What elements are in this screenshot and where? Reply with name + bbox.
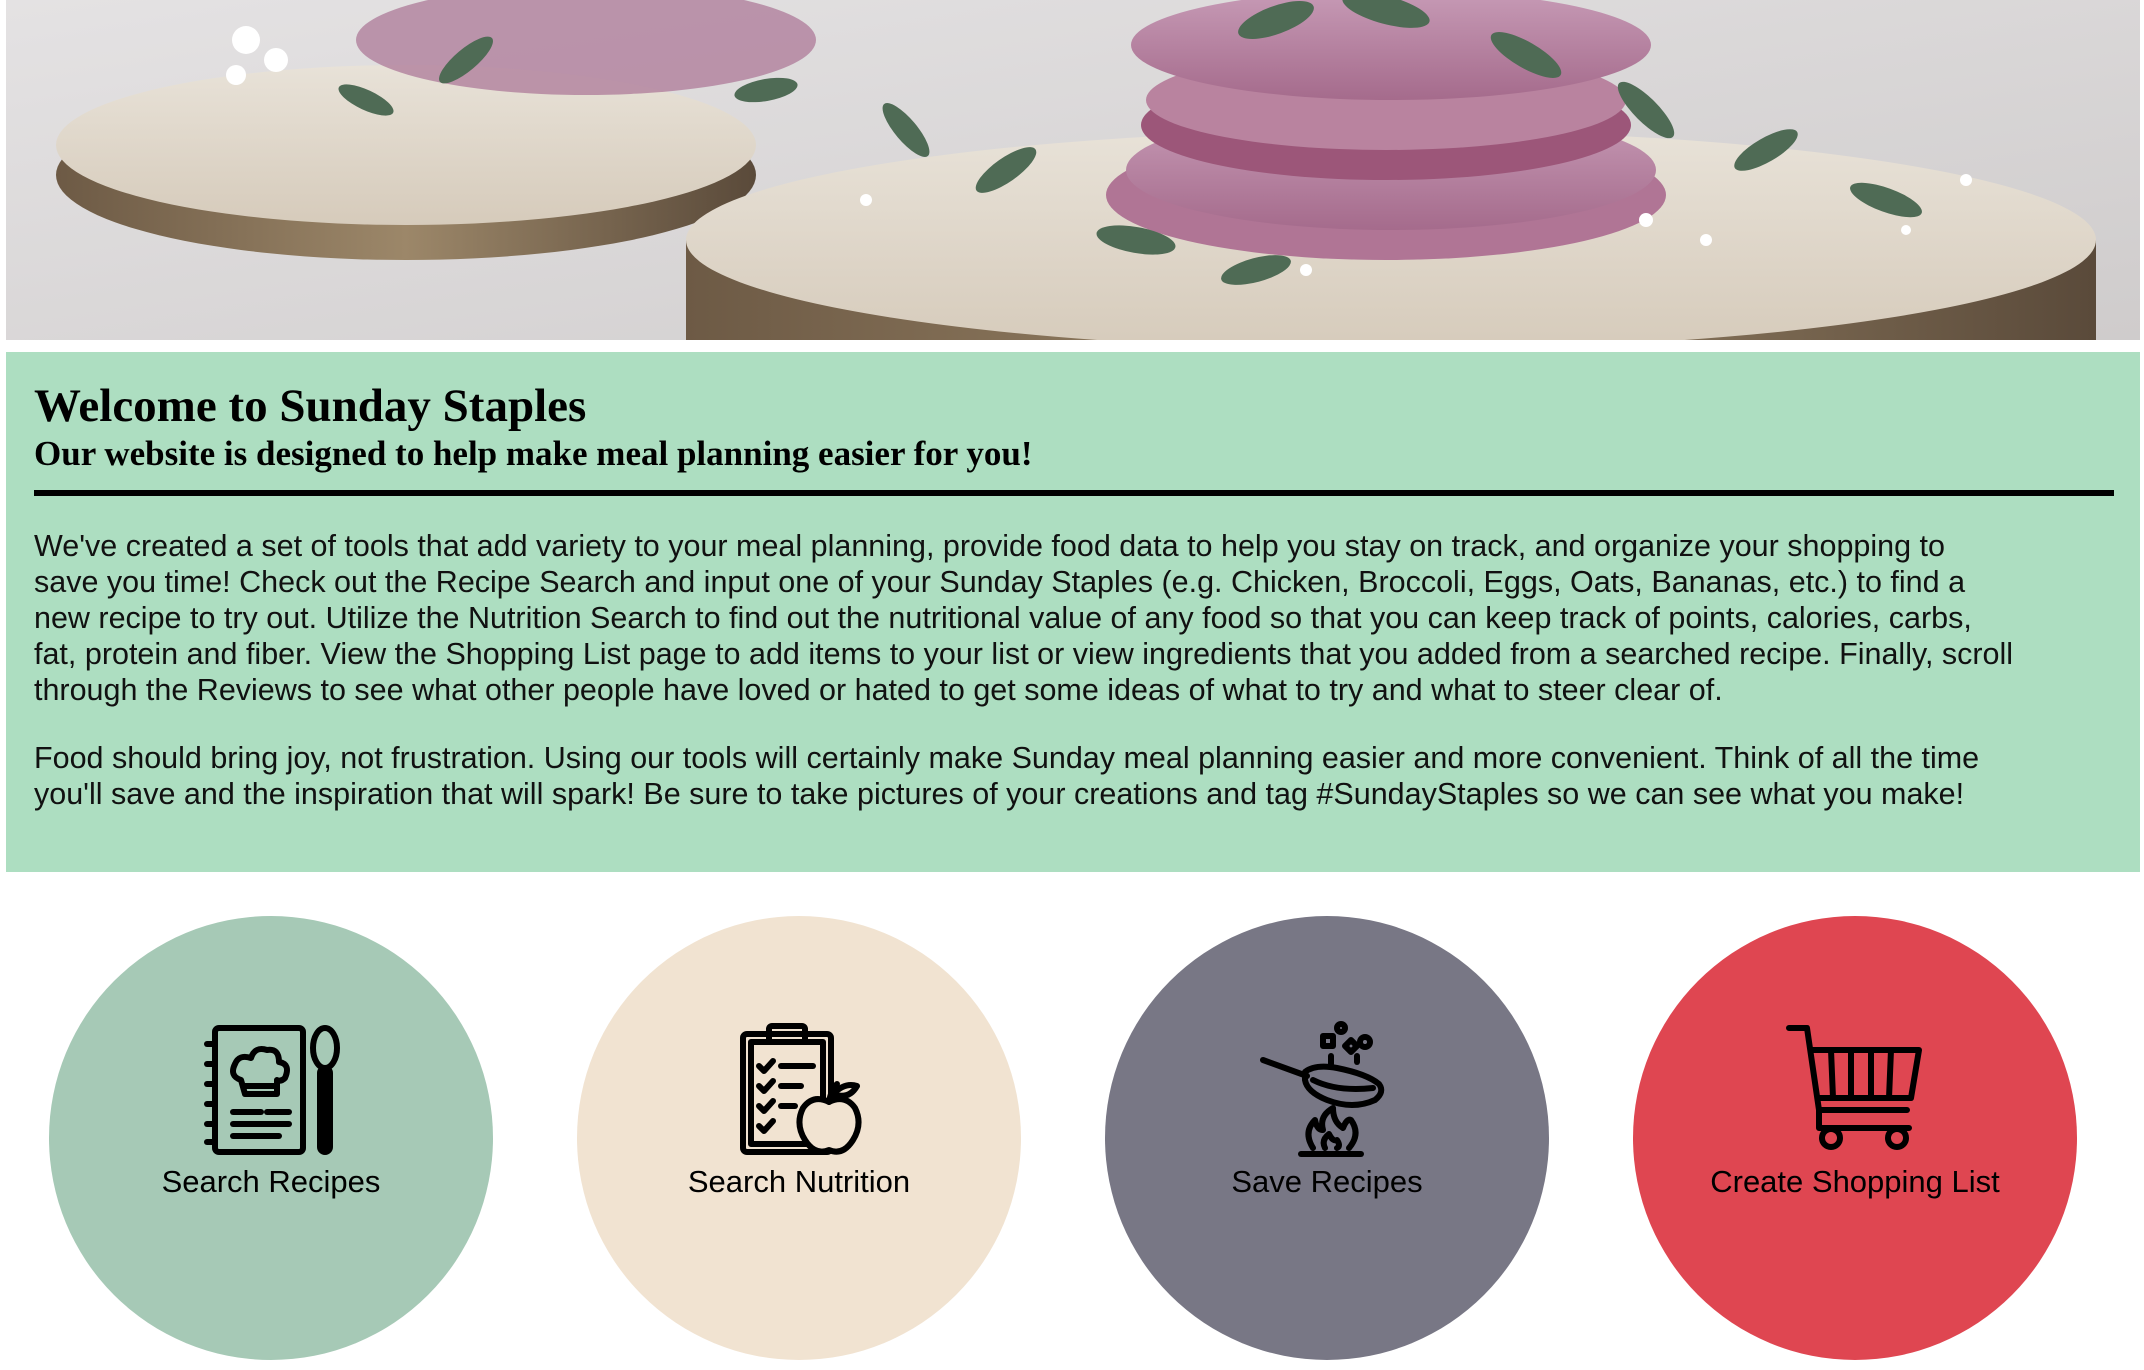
intro-line: We've created a set of tools that add va… [34,529,1945,563]
tile-label: Save Recipes [1231,1164,1423,1199]
page-title: Welcome to Sunday Staples [34,380,587,432]
shopping-cart-icon [1786,1025,1922,1150]
intro-line: through the Reviews to see what other pe… [34,673,1723,707]
closing-line: Food should bring joy, not frustration. … [34,741,1980,775]
welcome-section: Welcome to Sunday Staples Our website is… [6,352,2140,872]
hero-image [6,0,2140,340]
save-recipes-button[interactable]: Save Recipes [1105,916,1549,1360]
search-nutrition-button[interactable]: Search Nutrition [577,916,1021,1360]
intro-line: fat, protein and fiber. View the Shoppin… [34,637,2014,671]
nutrition-clipboard-icon [740,1023,862,1155]
search-recipes-button[interactable]: Search Recipes [49,916,493,1360]
tile-label: Search Nutrition [687,1164,911,1199]
tile-label: Create Shopping List [1710,1164,2000,1199]
macaron-photo [6,0,2140,340]
closing-paragraph: Food should bring joy, not frustration. … [34,740,2112,812]
intro-paragraph: We've created a set of tools that add va… [34,528,2112,708]
divider [34,490,2114,496]
page-subtitle: Our website is designed to help make mea… [34,434,1033,473]
intro-line: save you time! Check out the Recipe Sear… [34,565,1966,599]
intro-line: new recipe to try out. Utilize the Nutri… [34,601,1972,635]
create-shopping-list-button[interactable]: Create Shopping List [1633,916,2077,1360]
tile-label: Search Recipes [161,1164,381,1199]
frying-pan-icon [1260,1021,1385,1157]
recipe-book-icon [204,1025,340,1155]
closing-line: you'll save and the inspiration that wil… [34,777,1965,811]
